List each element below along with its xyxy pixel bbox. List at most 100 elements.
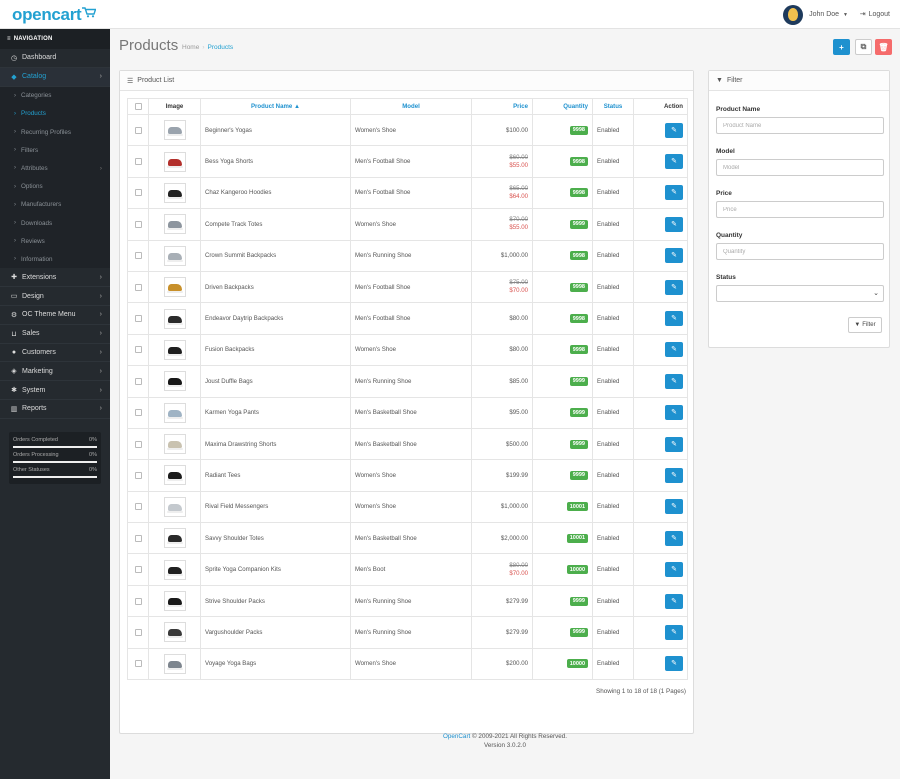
row-checkbox[interactable] — [134, 158, 142, 166]
edit-button[interactable]: ✎ — [665, 342, 683, 358]
sidebar-subitem-downloads[interactable]: › Downloads — [0, 213, 110, 233]
edit-button[interactable]: ✎ — [665, 624, 683, 640]
col-product-name[interactable]: Product Name ▲ — [200, 98, 351, 115]
sidebar-item-dashboard[interactable]: ◷ Dashboard — [0, 49, 110, 68]
sidebar-subitem-information[interactable]: › Information — [0, 250, 110, 269]
sidebar-item-marketing[interactable]: ◈ Marketing › — [0, 362, 110, 382]
sidebar-item-design[interactable]: ▭ Design › — [0, 287, 110, 307]
col-quantity[interactable]: Quantity — [532, 98, 593, 115]
row-checkbox[interactable] — [134, 471, 142, 479]
col-status[interactable]: Status — [592, 98, 634, 115]
row-checkbox[interactable] — [134, 126, 142, 134]
row-checkbox[interactable] — [134, 534, 142, 542]
edit-button[interactable]: ✎ — [665, 122, 683, 138]
row-select-cell — [127, 302, 149, 335]
edit-button[interactable]: ✎ — [665, 154, 683, 170]
model-input[interactable] — [716, 159, 884, 176]
sidebar-subitem-recurring-profiles[interactable]: › Recurring Profiles — [0, 122, 110, 142]
row-checkbox[interactable] — [134, 566, 142, 574]
row-checkbox[interactable] — [134, 220, 142, 228]
edit-button[interactable]: ✎ — [665, 467, 683, 483]
copy-product-button[interactable]: ⧉ — [855, 39, 872, 55]
col-model[interactable]: Model — [350, 98, 472, 115]
angle-right-icon: › — [14, 110, 16, 117]
sidebar-subitem-filters[interactable]: › Filters — [0, 141, 110, 160]
status-cell: Enabled — [592, 208, 634, 241]
row-checkbox[interactable] — [134, 660, 142, 668]
sidebar-item-sales[interactable]: ⊔ Sales › — [0, 325, 110, 344]
edit-button[interactable]: ✎ — [665, 436, 683, 452]
row-checkbox[interactable] — [134, 409, 142, 417]
row-checkbox[interactable] — [134, 189, 142, 197]
edit-button[interactable]: ✎ — [665, 279, 683, 295]
quantity-cell: 9998 — [532, 113, 593, 147]
row-checkbox[interactable] — [134, 346, 142, 354]
product-name-input[interactable] — [716, 117, 884, 134]
row-checkbox[interactable] — [134, 628, 142, 636]
share-icon: ◈ — [11, 368, 17, 376]
row-select-cell — [127, 647, 149, 681]
product-thumbnail — [163, 622, 186, 643]
row-select-cell — [127, 113, 149, 147]
price-input[interactable] — [716, 201, 884, 218]
breadcrumb-home[interactable]: Home — [182, 44, 199, 51]
sidebar-subitem-options[interactable]: › Options — [0, 177, 110, 196]
sidebar-item-label: System — [22, 386, 46, 394]
row-checkbox[interactable] — [134, 597, 142, 605]
sidebar-subitem-categories[interactable]: › Categories — [0, 86, 110, 105]
sidebar-item-catalog[interactable]: ◆ Catalog › — [0, 67, 110, 87]
sidebar-subitem-manufacturers[interactable]: › Manufacturers — [0, 195, 110, 214]
table-row: Sprite Yoga Companion Kits Men's Boot $80.… — [127, 553, 688, 586]
quantity-input[interactable] — [716, 243, 884, 260]
model-cell: Women's Shoe — [350, 333, 472, 367]
col-price[interactable]: Price — [471, 98, 533, 115]
price-value: $200.00 — [505, 660, 528, 668]
filter-button[interactable]: ▼ Filter — [848, 317, 882, 333]
edit-button[interactable]: ✎ — [665, 405, 683, 421]
sidebar-subitem-label: Information — [21, 255, 53, 263]
opencart-link[interactable]: OpenCart — [443, 733, 470, 740]
row-checkbox[interactable] — [134, 503, 142, 511]
sidebar-subitem-reviews[interactable]: › Reviews — [0, 232, 110, 251]
status-select[interactable]: ⌄ — [716, 285, 884, 302]
sidebar-item-system[interactable]: ✱ System › — [0, 381, 110, 401]
footer: OpenCart © 2009-2021 All Rights Reserved… — [110, 732, 900, 750]
sidebar-subitem-products[interactable]: › Products — [0, 104, 110, 123]
sidebar-subitem-attributes[interactable]: › Attributes › — [0, 159, 110, 178]
product-name-cell: Maxima Drawstring Shorts — [200, 427, 351, 461]
edit-button[interactable]: ✎ — [665, 593, 683, 609]
sidebar-item-extensions[interactable]: ✚ Extensions › — [0, 268, 110, 288]
desktop-icon: ▭ — [10, 293, 18, 301]
edit-button[interactable]: ✎ — [665, 216, 683, 232]
row-checkbox[interactable] — [134, 283, 142, 291]
product-thumbnail — [163, 214, 186, 235]
select-all-checkbox[interactable] — [134, 102, 142, 110]
edit-button[interactable]: ✎ — [665, 499, 683, 515]
edit-button[interactable]: ✎ — [665, 373, 683, 389]
edit-button[interactable]: ✎ — [665, 562, 683, 578]
edit-button[interactable]: ✎ — [665, 311, 683, 327]
sidebar-item-customers[interactable]: ● Customers › — [0, 344, 110, 363]
row-checkbox[interactable] — [134, 377, 142, 385]
delete-product-button[interactable]: 🗑 — [875, 39, 892, 55]
row-checkbox[interactable] — [134, 252, 142, 260]
logout-link[interactable]: ⇥ Logout — [860, 10, 890, 19]
row-checkbox[interactable] — [134, 440, 142, 448]
quantity-cell: 10001 — [532, 490, 593, 524]
opencart-logo[interactable]: opencart — [12, 5, 82, 25]
edit-button[interactable]: ✎ — [665, 530, 683, 546]
edit-button[interactable]: ✎ — [665, 185, 683, 201]
edit-button[interactable]: ✎ — [665, 656, 683, 672]
product-name-cell: Joust Duffle Bags — [200, 365, 351, 398]
row-checkbox[interactable] — [134, 314, 142, 322]
product-thumbnail — [163, 653, 186, 674]
edit-button[interactable]: ✎ — [665, 248, 683, 264]
sidebar-item-oc-theme-menu[interactable]: ⚙ OC Theme Menu › — [0, 306, 110, 325]
user-menu[interactable]: John Doe ▼ — [783, 4, 848, 25]
table-row: Driven Backpacks Men's Football Shoe $75.0… — [127, 270, 688, 304]
shoe-icon — [166, 629, 183, 639]
action-cell: ✎ — [633, 302, 688, 335]
breadcrumb-current[interactable]: Products — [208, 44, 234, 51]
sidebar-item-reports[interactable]: ▥ Reports › — [0, 400, 110, 419]
add-product-button[interactable]: + — [833, 39, 850, 55]
